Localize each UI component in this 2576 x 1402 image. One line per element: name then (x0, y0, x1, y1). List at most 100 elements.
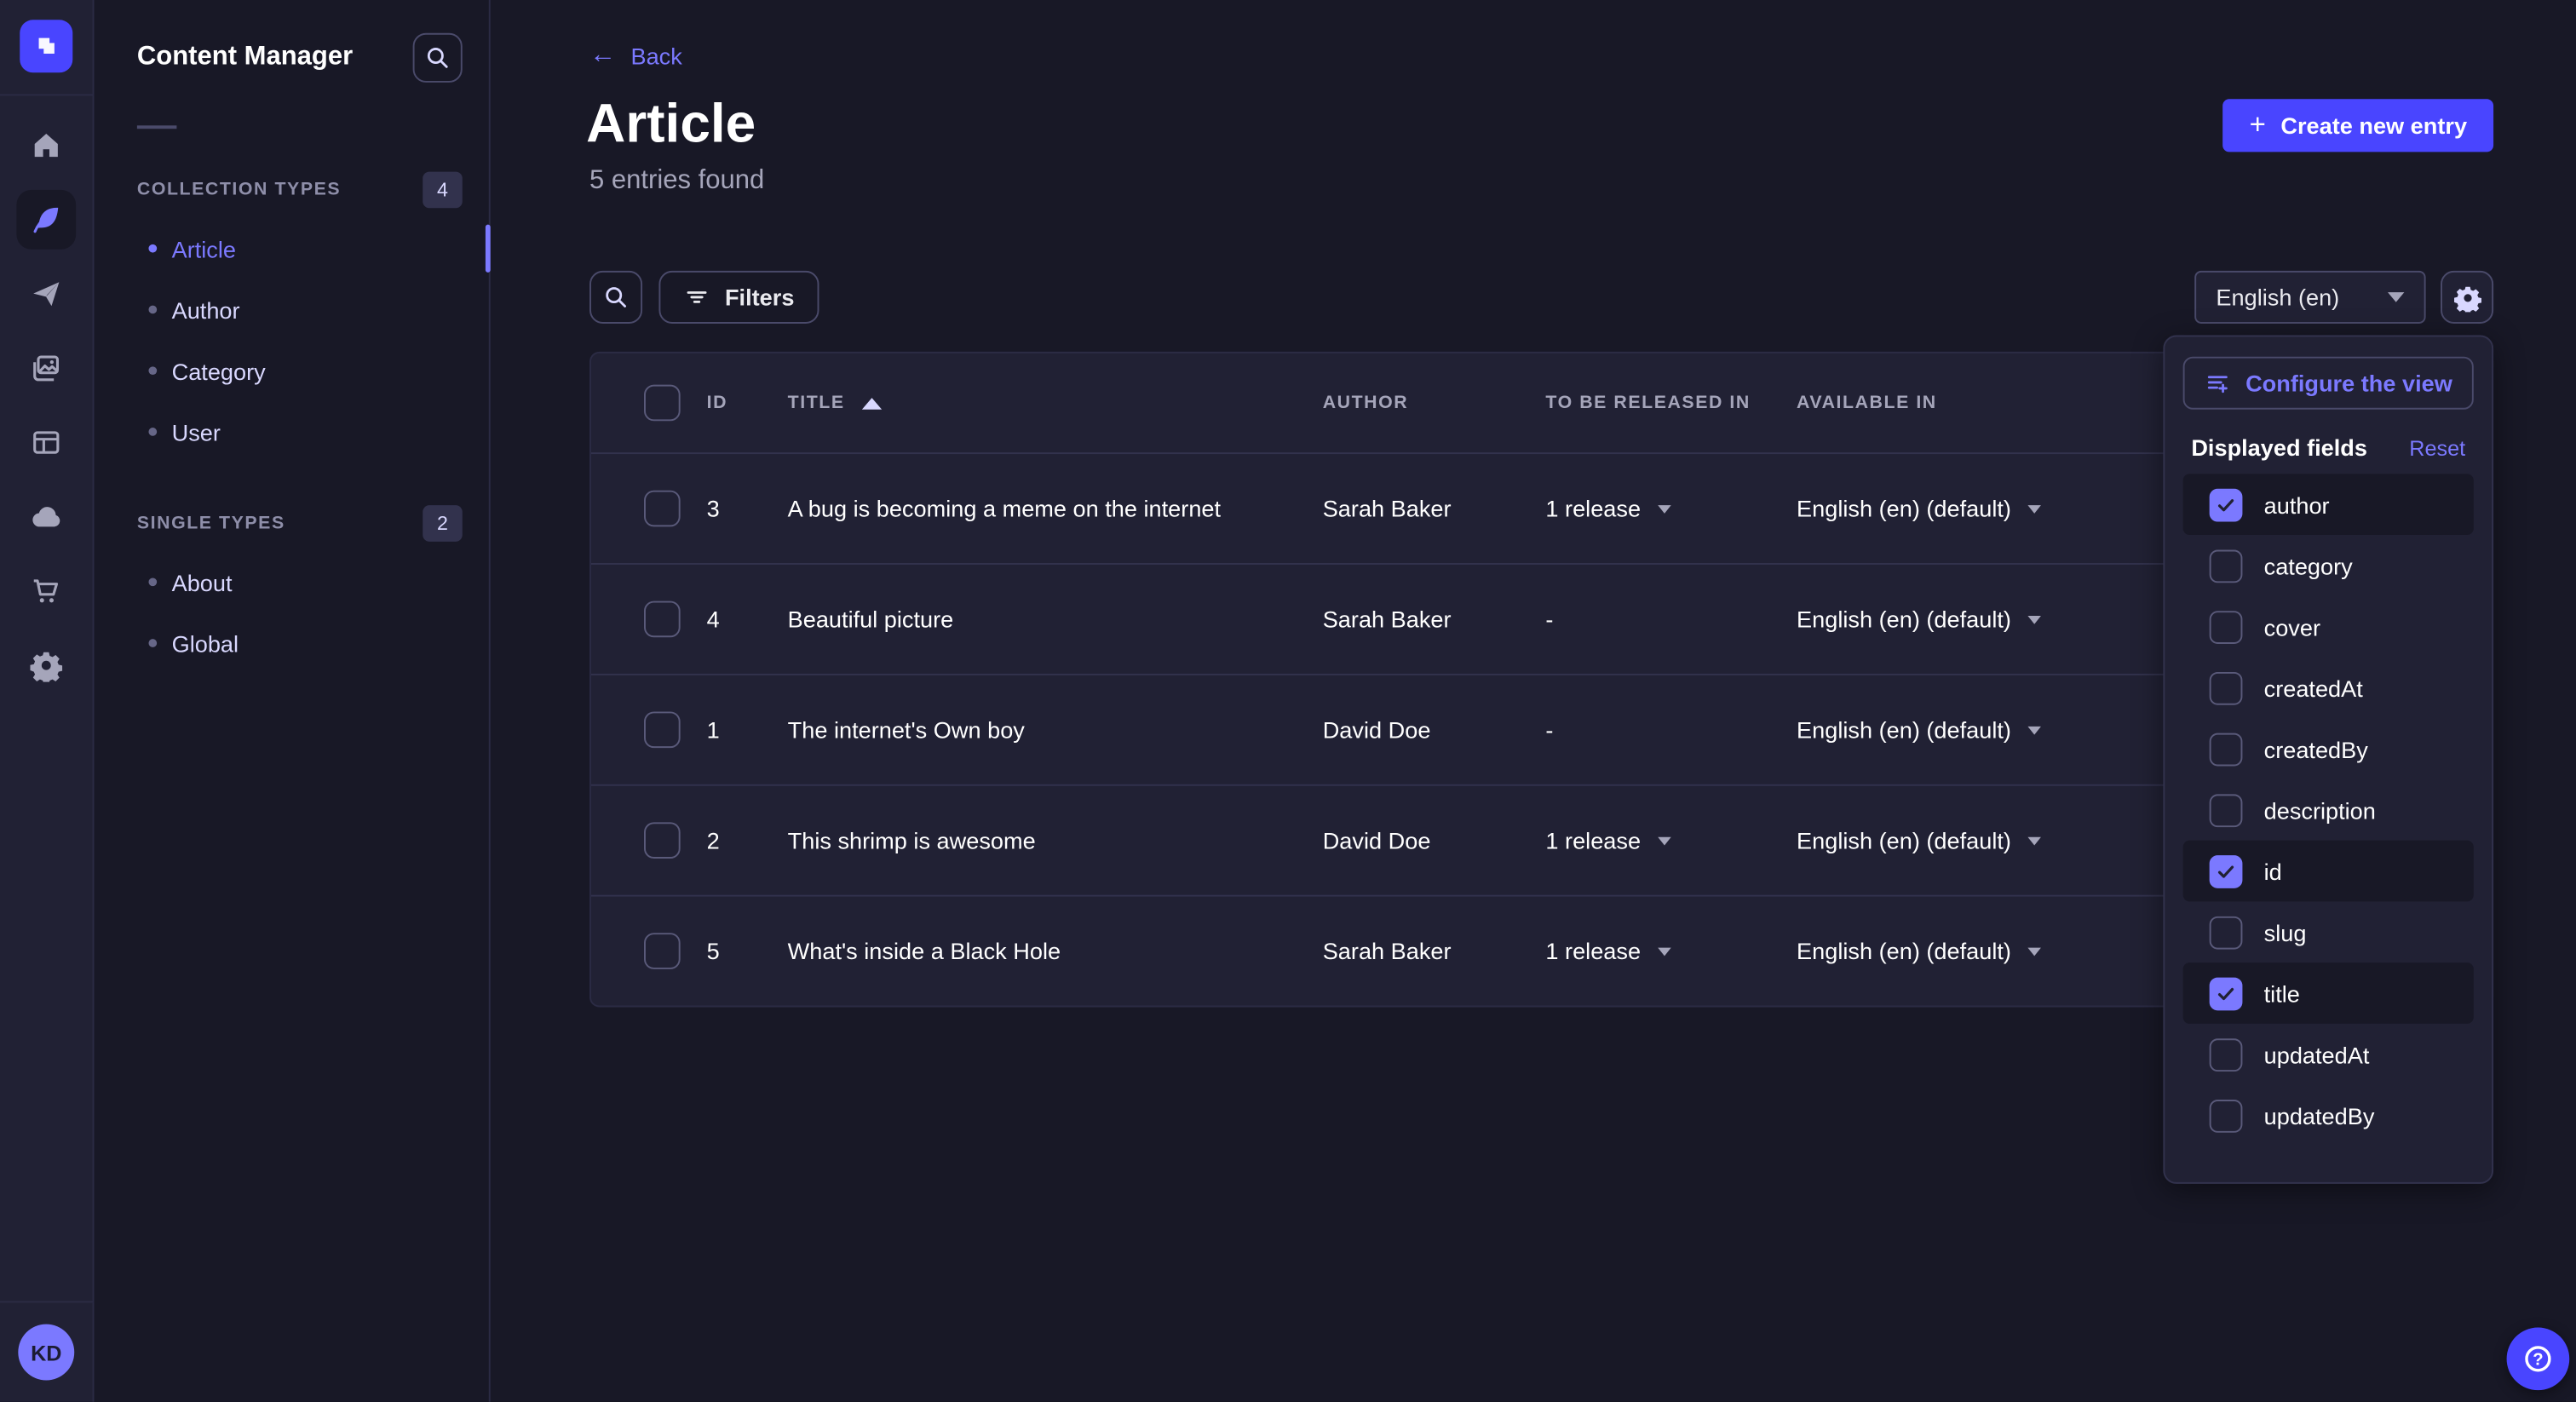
row-checkbox[interactable] (644, 601, 681, 638)
field-checkbox[interactable] (2210, 793, 2243, 826)
field-checkbox[interactable] (2210, 671, 2243, 704)
single-items: About Global (94, 551, 488, 673)
chevron-down-icon (2027, 947, 2041, 956)
sidebar-item[interactable]: Category (94, 340, 488, 401)
content-manager-icon[interactable] (16, 190, 76, 250)
bullet-icon (148, 639, 157, 647)
search-icon[interactable] (413, 33, 463, 83)
rail-divider (0, 94, 94, 95)
section-count-badge: 4 (423, 172, 463, 209)
cell-author: Sarah Baker (1323, 496, 1546, 522)
cloud-icon[interactable] (16, 487, 76, 547)
cell-author: David Doe (1323, 827, 1546, 853)
check-icon (2214, 981, 2237, 1004)
column-header-author[interactable]: AUTHOR (1323, 393, 1546, 412)
question-mark-icon: ? (2520, 1341, 2556, 1377)
main-content: ← Back Article 5 entries found + Create … (491, 0, 2576, 1402)
sidebar-item-label: Article (172, 235, 236, 261)
field-label: createdBy (2264, 736, 2368, 762)
field-checkbox[interactable] (2210, 610, 2243, 643)
cell-id: 3 (707, 496, 788, 522)
sidebar-item-label: Author (172, 296, 240, 323)
field-checkbox[interactable] (2210, 854, 2243, 888)
chevron-down-icon (1657, 947, 1670, 956)
locale-select[interactable]: English (en) (2194, 271, 2425, 324)
layout-icon[interactable] (16, 413, 76, 473)
sidebar-item-label: Global (172, 630, 239, 657)
field-toggle-row[interactable]: createdBy (2183, 718, 2474, 779)
section-count-badge: 2 (423, 505, 463, 542)
field-checkbox[interactable] (2210, 1037, 2243, 1071)
chevron-down-icon (2027, 836, 2041, 845)
filters-button[interactable]: Filters (658, 271, 819, 324)
sidebar-item[interactable]: About (94, 551, 488, 612)
field-checkbox[interactable] (2210, 733, 2243, 766)
back-link[interactable]: ← Back (589, 43, 682, 69)
cell-release[interactable]: 1 release (1545, 496, 1797, 522)
search-icon[interactable] (589, 271, 642, 324)
cell-release[interactable]: 1 release (1545, 938, 1797, 964)
cell-title: The internet's Own boy (788, 716, 1323, 743)
reset-link[interactable]: Reset (2409, 435, 2465, 460)
field-toggle-row[interactable]: slug (2183, 901, 2474, 962)
field-checkbox[interactable] (2210, 549, 2243, 583)
displayed-fields-title: Displayed fields (2191, 434, 2367, 461)
cell-release[interactable]: - (1545, 606, 1797, 632)
rail-divider-bottom (0, 1301, 94, 1303)
sidebar-item[interactable]: Author (94, 279, 488, 341)
create-new-entry-button[interactable]: + Create new entry (2223, 99, 2493, 152)
images-icon[interactable] (16, 338, 76, 398)
chevron-down-icon (2388, 292, 2404, 302)
gear-icon[interactable] (16, 635, 76, 695)
paper-plane-icon[interactable] (16, 264, 76, 324)
collection-items: Article Author Category (94, 218, 488, 463)
row-checkbox[interactable] (644, 933, 681, 969)
chevron-down-icon (1657, 504, 1670, 513)
field-toggle-row[interactable]: updatedBy (2183, 1085, 2474, 1146)
field-toggle-row[interactable]: updatedAt (2183, 1024, 2474, 1085)
column-header-id[interactable]: ID (707, 393, 788, 412)
subnav-divider (137, 125, 177, 129)
chevron-down-icon (2027, 726, 2041, 734)
configure-view-button[interactable]: Configure the view (2183, 357, 2474, 410)
row-checkbox[interactable] (644, 822, 681, 859)
field-checkbox[interactable] (2210, 916, 2243, 949)
home-icon[interactable] (16, 116, 76, 175)
view-settings-button[interactable] (2441, 271, 2493, 324)
row-checkbox[interactable] (644, 711, 681, 748)
cart-icon[interactable] (16, 561, 76, 621)
sidebar-item[interactable]: User (94, 401, 488, 463)
field-label: description (2264, 796, 2376, 823)
sidebar-item[interactable]: Global (94, 612, 488, 674)
field-toggle-row[interactable]: createdAt (2183, 658, 2474, 719)
field-toggle-row[interactable]: cover (2183, 596, 2474, 658)
cell-release[interactable]: - (1545, 716, 1797, 743)
sidebar-item[interactable]: Article (94, 218, 488, 279)
field-checkbox[interactable] (2210, 1099, 2243, 1132)
toolbar: Filters English (en) (589, 271, 2493, 324)
help-button[interactable]: ? (2507, 1328, 2570, 1391)
bullet-icon (148, 577, 157, 586)
locale-value: English (en) (2216, 284, 2339, 310)
field-checkbox[interactable] (2210, 977, 2243, 1010)
strapi-logo[interactable] (20, 20, 72, 72)
column-header-title[interactable]: TITLE (788, 393, 1323, 412)
cell-title: What's inside a Black Hole (788, 938, 1323, 964)
field-toggle-row[interactable]: author (2183, 474, 2474, 535)
cell-release[interactable]: 1 release (1545, 827, 1797, 853)
svg-text:?: ? (2533, 1351, 2543, 1370)
section-collection-types: COLLECTION TYPES 4 Article Author (94, 172, 488, 463)
field-label: title (2264, 980, 2300, 1006)
row-checkbox[interactable] (644, 491, 681, 527)
field-checkbox[interactable] (2210, 488, 2243, 521)
user-avatar[interactable]: KD (18, 1324, 74, 1381)
bullet-icon (148, 306, 157, 314)
field-toggle-row[interactable]: id (2183, 841, 2474, 902)
field-toggle-row[interactable]: title (2183, 962, 2474, 1024)
column-header-release[interactable]: TO BE RELEASED IN (1545, 393, 1797, 412)
field-toggle-row[interactable]: category (2183, 535, 2474, 596)
field-label: category (2264, 552, 2353, 578)
strapi-logo-icon (32, 32, 61, 61)
select-all-checkbox[interactable] (644, 385, 681, 422)
field-toggle-row[interactable]: description (2183, 779, 2474, 841)
